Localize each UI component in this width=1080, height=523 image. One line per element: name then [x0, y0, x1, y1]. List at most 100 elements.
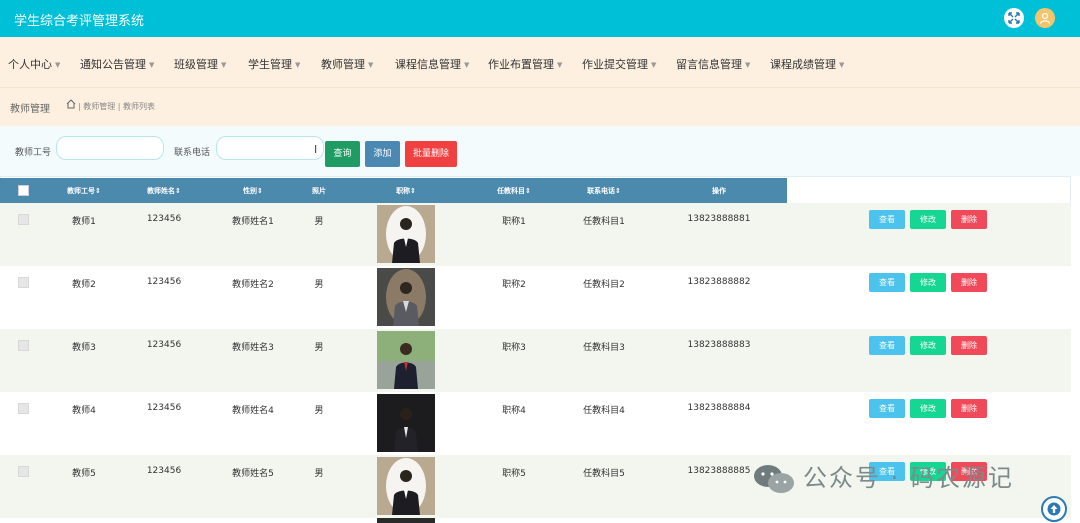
view-button[interactable]: 查看	[869, 210, 905, 229]
chevron-down-icon: ▼	[464, 61, 470, 69]
teacher-photo	[377, 518, 435, 523]
column-header-gender[interactable]: 性别⇕	[243, 186, 263, 196]
table-row-partial	[0, 518, 1071, 523]
nav-item-student[interactable]: 学生管理 ▼	[248, 56, 300, 72]
cell-id: 教师5	[72, 469, 96, 479]
nav-label: 留言信息管理	[676, 58, 742, 71]
row-checkbox[interactable]	[18, 277, 29, 288]
column-header-id[interactable]: 教师工号⇕	[67, 186, 101, 196]
chevron-down-icon: ▼	[55, 61, 61, 69]
cell-name: 教师姓名2	[232, 280, 274, 290]
add-button[interactable]: 添加	[365, 141, 400, 167]
column-header-phone[interactable]: 联系电话⇕	[587, 186, 621, 196]
teacher-id-label: 教师工号	[15, 148, 52, 158]
nav-item-course[interactable]: 课程信息管理 ▼	[395, 56, 469, 72]
chevron-down-icon: ▼	[368, 61, 374, 69]
nav-item-grades[interactable]: 课程成绩管理 ▼	[770, 56, 844, 72]
row-checkbox[interactable]	[18, 214, 29, 225]
column-header-name[interactable]: 教师姓名⇕	[147, 186, 181, 196]
view-button[interactable]: 查看	[869, 273, 905, 292]
nav-item-message[interactable]: 留言信息管理 ▼	[676, 56, 750, 72]
home-icon[interactable]	[66, 99, 76, 109]
nav-item-notice[interactable]: 通知公告管理 ▼	[80, 56, 154, 72]
user-avatar[interactable]	[1035, 8, 1055, 28]
teacher-id-input[interactable]	[56, 136, 164, 160]
cell-pwd: 123456	[146, 340, 182, 350]
cell-subject: 任教科目5	[583, 469, 625, 479]
column-header-actions: 操作	[712, 187, 726, 195]
table-header: 教师工号⇕ 教师姓名⇕ 性别⇕ 照片 职称⇕ 任教科目⇕ 联系电话⇕ 操作	[0, 178, 787, 203]
phone-label: 联系电话	[174, 148, 211, 158]
nav-label: 课程成绩管理	[770, 58, 836, 71]
edit-button[interactable]: 修改	[910, 273, 946, 292]
cell-phone: 13823888882	[687, 277, 751, 287]
delete-button[interactable]: 删除	[951, 336, 987, 355]
cell-phone: 13823888881	[687, 214, 751, 224]
cell-gender: 男	[314, 406, 324, 416]
table-row: 教师3 123456 教师姓名3 男 职称3 任教科目3 13823888883…	[0, 329, 1071, 392]
cell-title: 职称4	[502, 406, 526, 416]
delete-button[interactable]: 删除	[951, 399, 987, 418]
watermark-text: 公众号 · 码农源记	[803, 464, 1014, 492]
cell-id: 教师1	[72, 217, 96, 227]
arrow-up-icon	[1047, 502, 1061, 516]
teacher-photo	[377, 331, 435, 389]
row-checkbox[interactable]	[18, 403, 29, 414]
view-button[interactable]: 查看	[869, 336, 905, 355]
phone-input[interactable]	[216, 136, 324, 160]
column-header-subject[interactable]: 任教科目⇕	[497, 186, 531, 196]
cell-gender: 男	[314, 217, 324, 227]
column-header-title[interactable]: 职称⇕	[396, 186, 416, 196]
cell-subject: 任教科目1	[583, 217, 625, 227]
top-bar: 学生综合考评管理系统	[0, 0, 1080, 37]
cell-phone: 13823888883	[687, 340, 751, 350]
cell-title: 职称2	[502, 280, 526, 290]
nav-label: 班级管理	[174, 58, 218, 71]
cell-phone: 13823888884	[687, 403, 751, 413]
chevron-down-icon: ▼	[557, 61, 563, 69]
row-checkbox[interactable]	[18, 466, 29, 477]
select-all-checkbox[interactable]	[18, 185, 29, 196]
view-button[interactable]: 查看	[869, 399, 905, 418]
breadcrumb-path[interactable]: | 教师管理 | 教师列表	[78, 101, 155, 112]
nav-label: 教师管理	[321, 58, 365, 71]
batch-delete-button[interactable]: 批量删除	[405, 141, 457, 167]
edit-button[interactable]: 修改	[910, 336, 946, 355]
nav-item-class[interactable]: 班级管理 ▼	[174, 56, 226, 72]
nav-label: 作业提交管理	[582, 58, 648, 71]
nav-item-personal-center[interactable]: 个人中心 ▼	[8, 56, 60, 72]
cell-pwd: 123456	[146, 277, 182, 287]
delete-button[interactable]: 删除	[951, 210, 987, 229]
fullscreen-button[interactable]	[1004, 8, 1024, 28]
delete-button[interactable]: 删除	[951, 273, 987, 292]
row-checkbox[interactable]	[18, 340, 29, 351]
page-title: 教师管理	[10, 104, 50, 115]
nav-item-homework-submit[interactable]: 作业提交管理 ▼	[582, 56, 656, 72]
search-button[interactable]: 查询	[325, 141, 360, 167]
search-bar: 教师工号 联系电话 I 查询 添加 批量删除	[0, 126, 1080, 176]
cell-name: 教师姓名1	[232, 217, 274, 227]
cell-subject: 任教科目2	[583, 280, 625, 290]
cell-id: 教师3	[72, 343, 96, 353]
scroll-to-top-button[interactable]	[1041, 496, 1067, 522]
edit-button[interactable]: 修改	[910, 399, 946, 418]
expand-icon	[1008, 12, 1020, 24]
cell-id: 教师4	[72, 406, 96, 416]
chevron-down-icon: ▼	[295, 61, 301, 69]
nav-item-teacher[interactable]: 教师管理 ▼	[321, 56, 373, 72]
teacher-photo	[377, 457, 435, 515]
column-header-photo: 照片	[312, 187, 326, 195]
table-row: 教师4 123456 教师姓名4 男 职称4 任教科目4 13823888884…	[0, 392, 1071, 455]
chevron-down-icon: ▼	[839, 61, 845, 69]
breadcrumb: 教师管理 | 教师管理 | 教师列表	[0, 87, 1080, 126]
cell-pwd: 123456	[146, 466, 182, 476]
nav-label: 课程信息管理	[395, 58, 461, 71]
chevron-down-icon: ▼	[651, 61, 657, 69]
table-row: 教师2 123456 教师姓名2 男 职称2 任教科目2 13823888882…	[0, 266, 1071, 329]
nav-item-homework-assign[interactable]: 作业布置管理 ▼	[488, 56, 562, 72]
cell-title: 职称1	[502, 217, 526, 227]
edit-button[interactable]: 修改	[910, 210, 946, 229]
text-cursor-icon: I	[314, 143, 318, 156]
cell-title: 职称3	[502, 343, 526, 353]
table-row: 教师1 123456 教师姓名1 男 职称1 任教科目1 13823888881…	[0, 203, 1071, 266]
